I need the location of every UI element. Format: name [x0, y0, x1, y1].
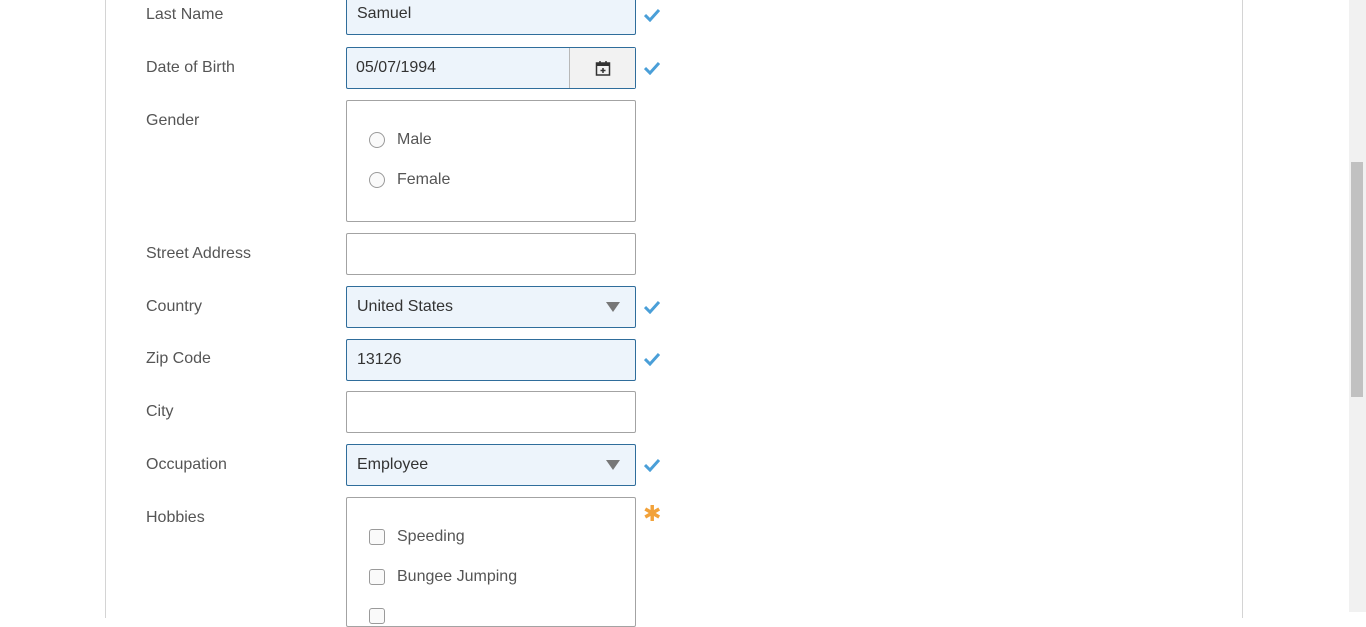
gender-option-male[interactable]: Male — [369, 131, 432, 149]
hobby-option-partial[interactable] — [369, 608, 397, 624]
calendar-button[interactable] — [569, 48, 635, 88]
street-address-input[interactable] — [346, 233, 636, 275]
checkbox[interactable] — [369, 569, 385, 585]
chevron-down-icon — [606, 460, 620, 470]
checkbox[interactable] — [369, 608, 385, 624]
dob-label: Date of Birth — [146, 59, 235, 76]
last-name-value: Samuel — [357, 5, 412, 22]
hobbies-checkbox-group: Speeding Bungee Jumping — [346, 497, 636, 627]
city-input[interactable] — [346, 391, 636, 433]
gender-option-label: Female — [397, 171, 451, 188]
hobby-option-speeding[interactable]: Speeding — [369, 528, 465, 546]
country-label: Country — [146, 298, 203, 315]
city-label: City — [146, 403, 174, 420]
gender-option-label: Male — [397, 131, 432, 148]
checkmark-icon — [644, 8, 660, 22]
gender-option-female[interactable]: Female — [369, 171, 450, 189]
gender-label: Gender — [146, 112, 200, 129]
last-name-label: Last Name — [146, 6, 224, 23]
checkbox[interactable] — [369, 529, 385, 545]
country-select[interactable]: United States — [346, 286, 636, 328]
asterisk-icon: ✱ — [643, 501, 662, 526]
chevron-down-icon — [606, 302, 620, 312]
form-panel — [105, 0, 1243, 618]
page-scrollbar[interactable] — [1349, 0, 1366, 612]
hobbies-label: Hobbies — [146, 509, 205, 526]
last-name-input[interactable]: Samuel — [346, 0, 636, 35]
occupation-select[interactable]: Employee — [346, 444, 636, 486]
dob-value: 05/07/1994 — [356, 59, 437, 76]
checkmark-icon — [644, 300, 660, 314]
gender-radio-group: Male Female — [346, 100, 636, 222]
checkmark-icon — [644, 352, 660, 366]
hobby-option-bungee-jumping[interactable]: Bungee Jumping — [369, 568, 517, 586]
country-value: United States — [357, 298, 454, 315]
street-address-label: Street Address — [146, 245, 251, 262]
checkmark-icon — [644, 61, 660, 75]
zip-code-value: 13126 — [357, 351, 402, 368]
calendar-icon — [595, 61, 610, 76]
zip-code-label: Zip Code — [146, 350, 211, 367]
radio-button[interactable] — [369, 172, 385, 188]
zip-code-input[interactable]: 13126 — [346, 339, 636, 381]
checkmark-icon — [644, 458, 660, 472]
radio-button[interactable] — [369, 132, 385, 148]
dob-input[interactable]: 05/07/1994 — [346, 47, 636, 89]
hobby-option-label: Speeding — [397, 528, 465, 545]
occupation-value: Employee — [357, 456, 429, 473]
scrollbar-thumb[interactable] — [1351, 162, 1363, 397]
hobby-option-label: Bungee Jumping — [397, 568, 518, 585]
occupation-label: Occupation — [146, 456, 227, 473]
